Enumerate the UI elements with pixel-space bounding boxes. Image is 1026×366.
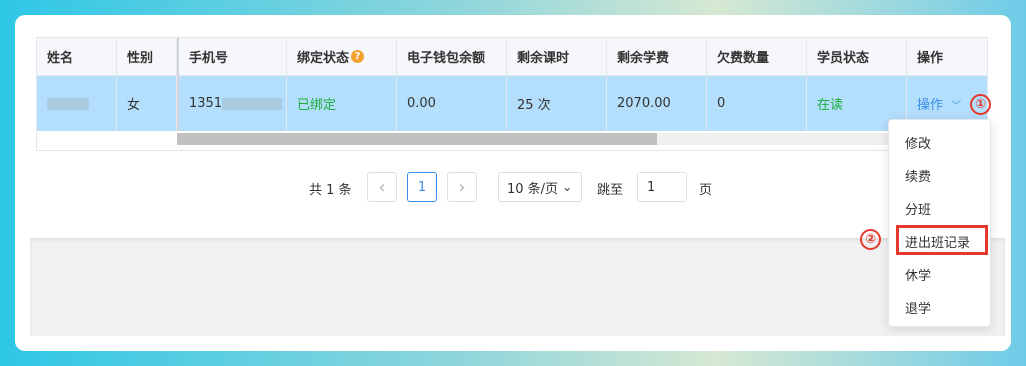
content-card: 姓名 性别 手机号 绑定状态 ? 电子钱包余额 剩余课时 剩余学费 欠费数量 学… [15, 15, 1011, 351]
phone-prefix: 1351 [189, 96, 223, 111]
cell-name [37, 76, 117, 131]
chevron-right-icon: › [458, 176, 466, 198]
column-header-remaining-tuition[interactable]: 剩余学费 [607, 38, 707, 76]
cell-arrears-count: 0 [707, 76, 807, 131]
binding-header-label: 绑定状态 [297, 51, 350, 66]
annotation-marker-2: ② [860, 229, 881, 250]
column-header-arrears[interactable]: 欠费数量 [707, 38, 807, 76]
pagination: 共 1 条 ‹ 1 › 10 条/页 ⌄ 跳至 页 [15, 171, 1011, 205]
masked-name [47, 97, 89, 110]
menu-item-withdraw[interactable]: 退学 [889, 293, 990, 321]
cell-wallet-balance: 0.00 [397, 76, 507, 131]
menu-item-edit[interactable]: 修改 [889, 128, 990, 156]
cell-binding-status: 已绑定 [287, 76, 397, 131]
cell-remaining-hours: 25 次 [507, 76, 607, 131]
column-header-name[interactable]: 姓名 [37, 38, 117, 76]
column-header-phone[interactable]: 手机号 [177, 38, 287, 76]
goto-label: 跳至 [597, 183, 624, 198]
footer-area [30, 238, 1005, 336]
chevron-down-icon: ⌄ [562, 180, 573, 194]
page-size-select[interactable]: 10 条/页 ⌄ [498, 172, 582, 202]
column-header-wallet[interactable]: 电子钱包余额 [397, 38, 507, 76]
page-number-1[interactable]: 1 [407, 172, 437, 202]
column-header-binding[interactable]: 绑定状态 ? [287, 38, 397, 76]
chevron-left-icon: ‹ [378, 176, 386, 198]
actions-dropdown-trigger[interactable]: 操作 ﹀ [917, 94, 961, 113]
column-header-gender[interactable]: 性别 [117, 38, 177, 76]
cell-phone: 1351 [177, 76, 287, 131]
menu-item-class-records[interactable]: 进出班记录 [889, 227, 990, 255]
page-unit-label: 页 [699, 183, 713, 198]
next-page-button[interactable]: › [447, 172, 477, 202]
actions-dropdown-menu: 修改 续费 分班 进出班记录 休学 退学 [888, 119, 991, 327]
goto-page-input[interactable] [637, 172, 687, 202]
cell-remaining-tuition: 2070.00 [607, 76, 707, 131]
page-size-value: 10 条/页 [507, 181, 559, 197]
chevron-down-icon: ﹀ [951, 101, 962, 112]
column-header-actions: 操作 [907, 38, 987, 76]
column-header-remaining-hours[interactable]: 剩余课时 [507, 38, 607, 76]
annotation-marker-1: ① [970, 94, 991, 115]
actions-label: 操作 [917, 98, 944, 113]
phone-masked [222, 97, 283, 110]
cell-gender: 女 [117, 76, 177, 131]
prev-page-button[interactable]: ‹ [367, 172, 397, 202]
help-icon[interactable]: ? [351, 50, 365, 63]
student-table: 姓名 性别 手机号 绑定状态 ? 电子钱包余额 剩余课时 剩余学费 欠费数量 学… [36, 37, 988, 151]
menu-item-renew[interactable]: 续费 [889, 161, 990, 189]
scrollbar-thumb[interactable] [177, 133, 657, 145]
menu-item-suspend[interactable]: 休学 [889, 260, 990, 288]
total-count: 共 1 条 [309, 183, 352, 198]
menu-item-assign-class[interactable]: 分班 [889, 194, 990, 222]
column-header-student-status[interactable]: 学员状态 [807, 38, 907, 76]
horizontal-scrollbar[interactable] [37, 131, 987, 148]
